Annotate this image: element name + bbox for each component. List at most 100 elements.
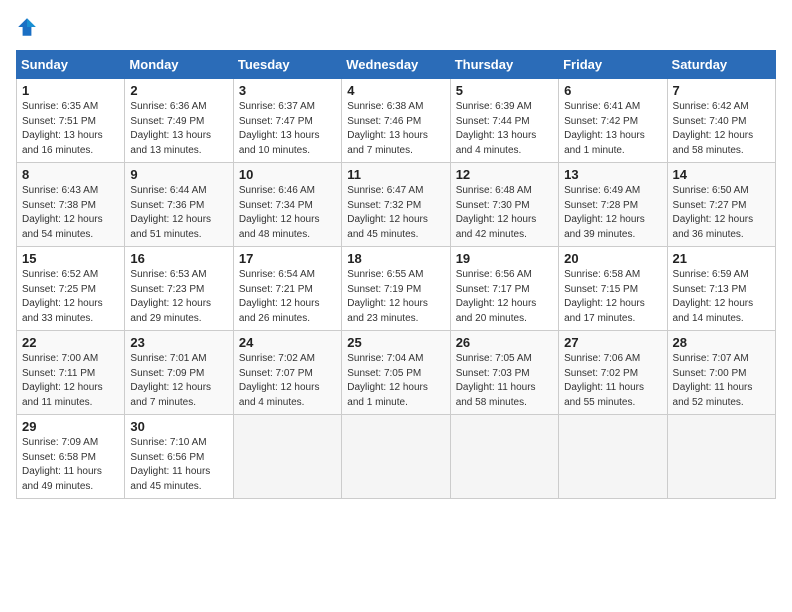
- day-info: Sunrise: 6:47 AM Sunset: 7:32 PM Dayligh…: [347, 184, 444, 242]
- calendar-cell: 13 Sunrise: 6:49 AM Sunset: 7:28 PM Dayli…: [559, 163, 667, 247]
- day-number: 13: [564, 167, 661, 182]
- calendar-cell: 28 Sunrise: 7:07 AM Sunset: 7:00 PM Dayli…: [667, 331, 775, 415]
- day-info: Sunrise: 6:46 AM Sunset: 7:34 PM Dayligh…: [239, 184, 336, 242]
- day-info: Sunrise: 6:43 AM Sunset: 7:38 PM Dayligh…: [22, 184, 119, 242]
- day-number: 25: [347, 335, 444, 350]
- calendar-cell: 4Sunrise: 6:38 AM Sunset: 7:46 PM Daylig…: [342, 79, 450, 163]
- day-info: Sunrise: 7:05 AM Sunset: 7:03 PM Dayligh…: [456, 352, 553, 410]
- day-number: 1: [22, 83, 119, 98]
- weekday-header: Saturday: [667, 51, 775, 79]
- day-number: 2: [130, 83, 227, 98]
- calendar-cell: 11 Sunrise: 6:47 AM Sunset: 7:32 PM Dayli…: [342, 163, 450, 247]
- calendar-cell: [450, 415, 558, 499]
- calendar-cell: 23Sunrise: 7:01 AM Sunset: 7:09 PM Dayli…: [125, 331, 233, 415]
- day-number: 17: [239, 251, 336, 266]
- calendar-cell: 2 Sunrise: 6:36 AM Sunset: 7:49 PM Daylig…: [125, 79, 233, 163]
- day-info: Sunrise: 7:01 AM Sunset: 7:09 PM Dayligh…: [130, 352, 227, 410]
- calendar-cell: 1 Sunrise: 6:35 AM Sunset: 7:51 PM Daylig…: [17, 79, 125, 163]
- day-number: 10: [239, 167, 336, 182]
- calendar-cell: 24 Sunrise: 7:02 AM Sunset: 7:07 PM Dayli…: [233, 331, 341, 415]
- day-number: 28: [673, 335, 770, 350]
- day-info: Sunrise: 6:59 AM Sunset: 7:13 PM Dayligh…: [673, 268, 770, 326]
- calendar-cell: 8 Sunrise: 6:43 AM Sunset: 7:38 PM Daylig…: [17, 163, 125, 247]
- day-info: Sunrise: 7:02 AM Sunset: 7:07 PM Dayligh…: [239, 352, 336, 410]
- day-number: 5: [456, 83, 553, 98]
- weekday-header: Thursday: [450, 51, 558, 79]
- calendar-cell: [233, 415, 341, 499]
- day-info: Sunrise: 6:54 AM Sunset: 7:21 PM Dayligh…: [239, 268, 336, 326]
- weekday-header: Friday: [559, 51, 667, 79]
- calendar-cell: [667, 415, 775, 499]
- calendar-cell: 3 Sunrise: 6:37 AM Sunset: 7:47 PM Daylig…: [233, 79, 341, 163]
- day-number: 9: [130, 167, 227, 182]
- day-number: 21: [673, 251, 770, 266]
- calendar-cell: 10 Sunrise: 6:46 AM Sunset: 7:34 PM Dayli…: [233, 163, 341, 247]
- day-info: Sunrise: 6:38 AM Sunset: 7:46 PM Dayligh…: [347, 100, 444, 158]
- day-number: 26: [456, 335, 553, 350]
- day-info: Sunrise: 7:06 AM Sunset: 7:02 PM Dayligh…: [564, 352, 661, 410]
- day-number: 19: [456, 251, 553, 266]
- day-info: Sunrise: 7:04 AM Sunset: 7:05 PM Dayligh…: [347, 352, 444, 410]
- day-info: Sunrise: 6:35 AM Sunset: 7:51 PM Dayligh…: [22, 100, 119, 158]
- calendar-cell: 5 Sunrise: 6:39 AM Sunset: 7:44 PM Daylig…: [450, 79, 558, 163]
- calendar-cell: 9 Sunrise: 6:44 AM Sunset: 7:36 PM Daylig…: [125, 163, 233, 247]
- calendar-table: SundayMondayTuesdayWednesdayThursdayFrid…: [16, 50, 776, 499]
- calendar-cell: 26 Sunrise: 7:05 AM Sunset: 7:03 PM Dayli…: [450, 331, 558, 415]
- day-number: 8: [22, 167, 119, 182]
- calendar-cell: 19Sunrise: 6:56 AM Sunset: 7:17 PM Dayli…: [450, 247, 558, 331]
- calendar-cell: [559, 415, 667, 499]
- day-number: 12: [456, 167, 553, 182]
- calendar-cell: 30Sunrise: 7:10 AM Sunset: 6:56 PM Dayli…: [125, 415, 233, 499]
- day-number: 7: [673, 83, 770, 98]
- day-info: Sunrise: 6:55 AM Sunset: 7:19 PM Dayligh…: [347, 268, 444, 326]
- weekday-header: Sunday: [17, 51, 125, 79]
- day-info: Sunrise: 6:58 AM Sunset: 7:15 PM Dayligh…: [564, 268, 661, 326]
- day-info: Sunrise: 7:10 AM Sunset: 6:56 PM Dayligh…: [130, 436, 227, 494]
- calendar-cell: [342, 415, 450, 499]
- day-number: 29: [22, 419, 119, 434]
- calendar-cell: 15Sunrise: 6:52 AM Sunset: 7:25 PM Dayli…: [17, 247, 125, 331]
- calendar-cell: 18 Sunrise: 6:55 AM Sunset: 7:19 PM Dayli…: [342, 247, 450, 331]
- day-info: Sunrise: 6:42 AM Sunset: 7:40 PM Dayligh…: [673, 100, 770, 158]
- day-number: 27: [564, 335, 661, 350]
- day-info: Sunrise: 6:37 AM Sunset: 7:47 PM Dayligh…: [239, 100, 336, 158]
- day-info: Sunrise: 6:53 AM Sunset: 7:23 PM Dayligh…: [130, 268, 227, 326]
- day-info: Sunrise: 6:36 AM Sunset: 7:49 PM Dayligh…: [130, 100, 227, 158]
- logo: [16, 16, 42, 38]
- day-info: Sunrise: 7:09 AM Sunset: 6:58 PM Dayligh…: [22, 436, 119, 494]
- calendar-cell: 12 Sunrise: 6:48 AM Sunset: 7:30 PM Dayli…: [450, 163, 558, 247]
- day-info: Sunrise: 6:39 AM Sunset: 7:44 PM Dayligh…: [456, 100, 553, 158]
- day-info: Sunrise: 6:48 AM Sunset: 7:30 PM Dayligh…: [456, 184, 553, 242]
- day-info: Sunrise: 7:07 AM Sunset: 7:00 PM Dayligh…: [673, 352, 770, 410]
- calendar-cell: 17 Sunrise: 6:54 AM Sunset: 7:21 PM Dayli…: [233, 247, 341, 331]
- day-info: Sunrise: 6:50 AM Sunset: 7:27 PM Dayligh…: [673, 184, 770, 242]
- calendar-cell: 20 Sunrise: 6:58 AM Sunset: 7:15 PM Dayli…: [559, 247, 667, 331]
- day-info: Sunrise: 6:52 AM Sunset: 7:25 PM Dayligh…: [22, 268, 119, 326]
- day-number: 11: [347, 167, 444, 182]
- day-info: Sunrise: 7:00 AM Sunset: 7:11 PM Dayligh…: [22, 352, 119, 410]
- day-number: 14: [673, 167, 770, 182]
- weekday-header: Tuesday: [233, 51, 341, 79]
- calendar-cell: 22 Sunrise: 7:00 AM Sunset: 7:11 PM Dayli…: [17, 331, 125, 415]
- calendar-cell: 27 Sunrise: 7:06 AM Sunset: 7:02 PM Dayli…: [559, 331, 667, 415]
- day-number: 20: [564, 251, 661, 266]
- calendar-cell: 16 Sunrise: 6:53 AM Sunset: 7:23 PM Dayli…: [125, 247, 233, 331]
- calendar-cell: 21 Sunrise: 6:59 AM Sunset: 7:13 PM Dayli…: [667, 247, 775, 331]
- calendar-cell: 7 Sunrise: 6:42 AM Sunset: 7:40 PM Daylig…: [667, 79, 775, 163]
- day-info: Sunrise: 6:44 AM Sunset: 7:36 PM Dayligh…: [130, 184, 227, 242]
- weekday-header: Monday: [125, 51, 233, 79]
- calendar-cell: 14 Sunrise: 6:50 AM Sunset: 7:27 PM Dayli…: [667, 163, 775, 247]
- calendar-cell: 25 Sunrise: 7:04 AM Sunset: 7:05 PM Dayli…: [342, 331, 450, 415]
- calendar-cell: 6 Sunrise: 6:41 AM Sunset: 7:42 PM Daylig…: [559, 79, 667, 163]
- day-number: 3: [239, 83, 336, 98]
- day-number: 16: [130, 251, 227, 266]
- calendar-cell: 29 Sunrise: 7:09 AM Sunset: 6:58 PM Dayli…: [17, 415, 125, 499]
- day-info: Sunrise: 6:49 AM Sunset: 7:28 PM Dayligh…: [564, 184, 661, 242]
- day-number: 24: [239, 335, 336, 350]
- weekday-header: Wednesday: [342, 51, 450, 79]
- day-number: 22: [22, 335, 119, 350]
- logo-icon: [16, 16, 38, 38]
- day-info: Sunrise: 6:41 AM Sunset: 7:42 PM Dayligh…: [564, 100, 661, 158]
- day-number: 6: [564, 83, 661, 98]
- day-number: 18: [347, 251, 444, 266]
